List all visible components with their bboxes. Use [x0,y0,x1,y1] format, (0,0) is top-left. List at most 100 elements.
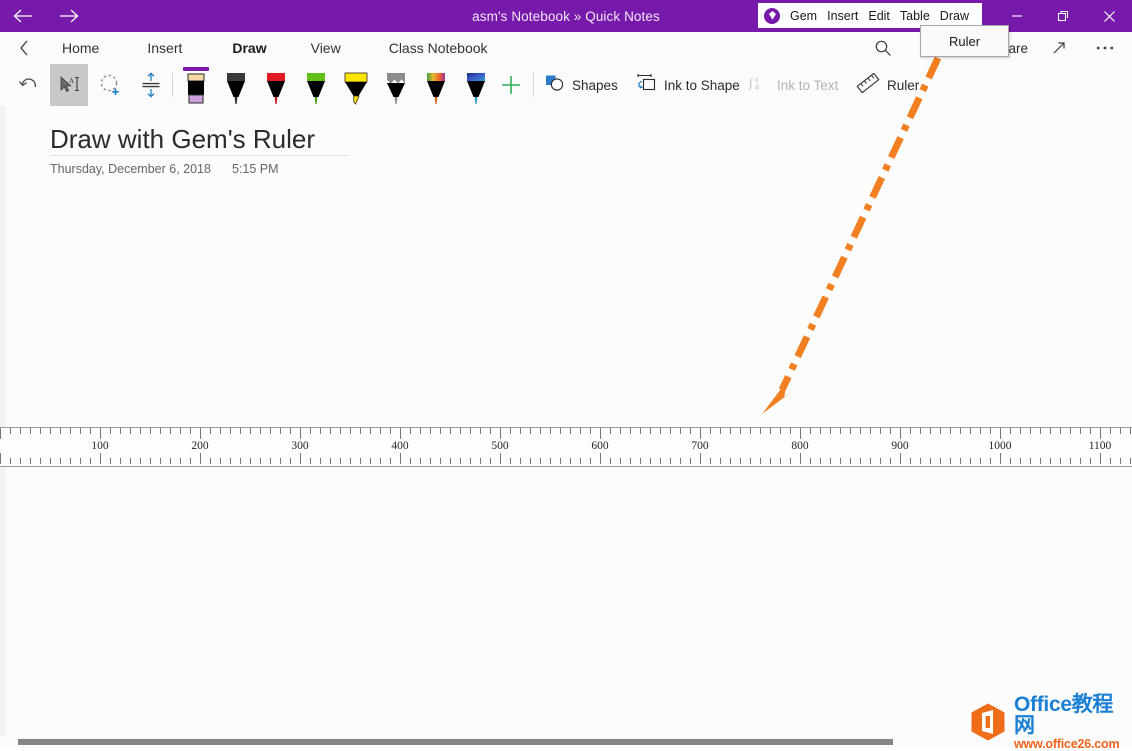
ruler-minor-tick [360,458,361,464]
ink-to-shape-button[interactable]: Ink to Shape [635,64,740,106]
ruler-major-tick [500,453,501,464]
tab-home[interactable]: Home [48,32,113,64]
gem-menu-table[interactable]: Table [895,9,935,23]
toolbar-divider-2 [533,73,534,97]
gem-menu-draw[interactable]: Draw [935,9,974,23]
ruler-minor-tick [470,458,471,464]
ruler-minor-tick [70,428,71,434]
ruler-minor-tick [90,428,91,434]
ruler-minor-tick [450,428,451,434]
ruler-minor-tick [1010,458,1011,464]
ruler-minor-tick [240,458,241,464]
ruler-minor-tick [240,428,241,434]
ruler-major-tick [800,428,801,439]
ruler-minor-tick [690,428,691,434]
page-title[interactable]: Draw with Gem's Ruler [50,124,315,155]
restore-button[interactable] [1040,0,1086,32]
ruler-minor-tick [880,458,881,464]
tab-draw[interactable]: Draw [218,32,280,64]
ruler-minor-tick [80,428,81,434]
highlighter-yellow[interactable] [337,64,375,106]
ruler-minor-tick [20,458,21,464]
gem-menu-insert[interactable]: Insert [822,9,863,23]
ruler-minor-tick [1020,428,1021,434]
ruler-minor-tick [250,458,251,464]
ellipsis-icon[interactable] [1082,32,1128,64]
expand-arrow-icon[interactable] [1036,32,1082,64]
office-logo-icon [968,702,1008,742]
ink-to-text-button[interactable]: ʃ a a Ink to Text [748,64,838,106]
ruler-tick-label: 400 [391,440,408,452]
ruler-minor-tick [280,458,281,464]
ruler-minor-tick [1080,458,1081,464]
undo-button[interactable] [12,64,46,106]
ruler-minor-tick [820,458,821,464]
ruler-minor-tick [910,428,911,434]
ruler-minor-tick [780,428,781,434]
svg-text:a: a [755,81,759,91]
ink-to-text-label: Ink to Text [777,78,838,93]
ruler-minor-tick [830,428,831,434]
back-arrow-icon[interactable] [0,0,46,32]
ruler-minor-tick [440,428,441,434]
pen-black[interactable] [217,64,255,106]
tab-insert[interactable]: Insert [133,32,196,64]
select-text-tool[interactable]: A [50,64,88,106]
ruler-major-tick [900,428,901,439]
ruler-minor-tick [440,458,441,464]
pen-galaxy[interactable] [457,64,495,106]
page-date[interactable]: Thursday, December 6, 2018 [50,162,211,176]
ruler-minor-tick [1050,428,1051,434]
lasso-select-tool[interactable] [92,64,130,106]
ruler-minor-tick [110,428,111,434]
page-time[interactable]: 5:15 PM [232,162,279,176]
ruler-minor-tick [390,428,391,434]
ruler-minor-tick [870,428,871,434]
forward-arrow-icon[interactable] [46,0,92,32]
gem-menu-edit[interactable]: Edit [863,9,895,23]
gem-ruler-widget[interactable]: 10020030040050060070080090010001100 [0,427,1132,467]
ruler-major-tick [400,428,401,439]
ruler-major-tick [0,453,1,464]
pencil-gray[interactable] [377,64,415,106]
ruler-minor-tick [290,428,291,434]
ruler-minor-tick [770,458,771,464]
ruler-minor-tick [40,458,41,464]
ruler-minor-tick [880,428,881,434]
ruler-minor-tick [730,458,731,464]
pen-red[interactable] [257,64,295,106]
ruler-tick-label: 1100 [1089,440,1112,452]
ruler-minor-tick [390,458,391,464]
ruler-minor-tick [980,458,981,464]
ruler-minor-tick [640,428,641,434]
ruler-minor-tick [430,458,431,464]
horizontal-scrollbar[interactable] [0,736,1132,748]
ruler-minor-tick [60,458,61,464]
ruler-menu-popup[interactable]: Ruler [920,25,1009,57]
chevron-left-icon[interactable] [6,32,42,64]
gem-menu-brand[interactable]: Gem [785,9,822,23]
shapes-button[interactable]: Shapes [545,64,618,106]
pen-rainbow[interactable] [417,64,455,106]
ruler-minor-tick [850,458,851,464]
add-pen-button[interactable] [494,64,528,106]
ruler-minor-tick [1030,428,1031,434]
insert-space-tool[interactable] [132,64,170,106]
note-page-canvas[interactable]: Draw with Gem's Ruler Thursday, December… [0,106,1132,748]
ruler-minor-tick [940,458,941,464]
pen-green[interactable] [297,64,335,106]
pen-eraser[interactable] [177,64,215,106]
ruler-minor-tick [180,428,181,434]
horizontal-scrollbar-thumb[interactable] [18,739,893,745]
ruler-minor-tick [130,428,131,434]
ruler-button[interactable]: Ruler [856,64,919,106]
tab-view[interactable]: View [297,32,355,64]
ruler-minor-tick [860,428,861,434]
search-icon[interactable] [860,32,906,64]
ruler-menu-item[interactable]: Ruler [949,34,980,49]
tab-class-notebook[interactable]: Class Notebook [375,32,502,64]
ruler-minor-tick [770,428,771,434]
ruler-minor-tick [290,458,291,464]
close-button[interactable] [1086,0,1132,32]
ruler-minor-tick [310,458,311,464]
